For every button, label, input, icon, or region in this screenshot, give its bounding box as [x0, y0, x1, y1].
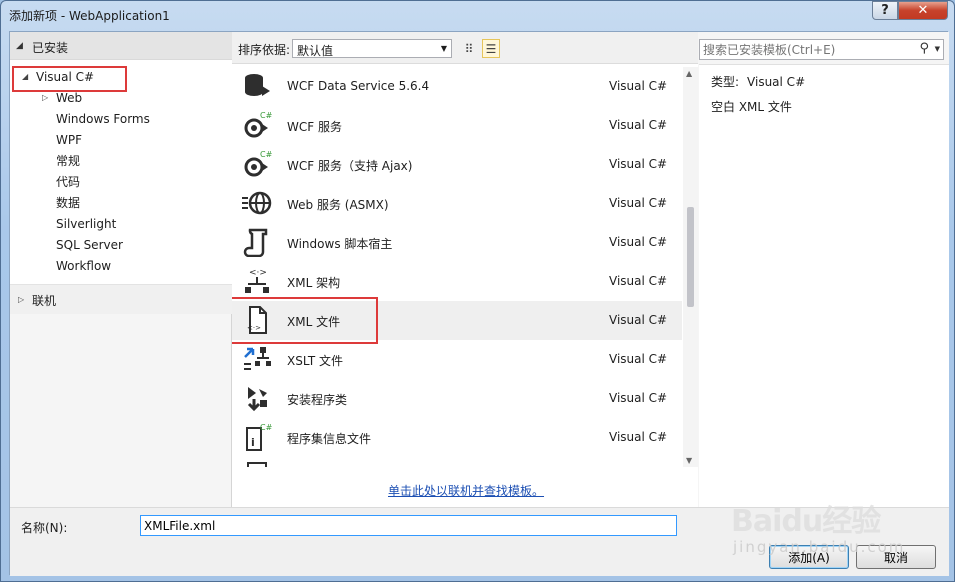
- sort-dropdown-value: 默认值: [297, 44, 334, 58]
- template-list: WCF Data Service 5.6.4 Visual C# C# WCF …: [232, 67, 682, 467]
- help-button[interactable]: ?: [872, 1, 898, 20]
- sort-dropdown[interactable]: 默认值 ▼: [292, 39, 452, 58]
- tree-item-workflow[interactable]: Workflow: [56, 256, 111, 276]
- type-label: 类型:: [711, 75, 740, 89]
- add-new-item-dialog: 添加新项 - WebApplication1 ? ✕ ◢ 已安装 ◢ Visua…: [0, 0, 955, 582]
- close-button[interactable]: ✕: [898, 1, 948, 20]
- collapsed-triangle-icon[interactable]: ▷: [42, 88, 48, 108]
- xml-schema-icon: <·>: [245, 268, 269, 293]
- template-name: Web 服务 (ASMX): [287, 198, 389, 212]
- tree-item-code[interactable]: 代码: [56, 172, 80, 192]
- type-value: Visual C#: [747, 75, 806, 89]
- installed-label: 已安装: [32, 41, 69, 55]
- svg-text:i: i: [251, 436, 255, 449]
- template-row-wcf-service[interactable]: C# WCF 服务 Visual C#: [232, 106, 682, 145]
- template-language: Visual C#: [609, 391, 668, 405]
- search-icon[interactable]: ⚲: [919, 41, 929, 56]
- template-name: XSLT 文件: [287, 354, 344, 368]
- window-title: 添加新项 - WebApplication1: [9, 9, 170, 23]
- template-language: Visual C#: [609, 79, 668, 93]
- template-icon: [247, 462, 267, 467]
- template-language: Visual C#: [609, 430, 668, 444]
- template-language: Visual C#: [609, 196, 668, 210]
- template-details: 类型: Visual C# 空白 XML 文件: [699, 64, 949, 507]
- template-row-wcf-ajax[interactable]: C# WCF 服务（支持 Ajax) Visual C#: [232, 145, 682, 184]
- file-name-input[interactable]: [140, 515, 677, 536]
- template-row-web-service-asmx[interactable]: Web 服务 (ASMX) Visual C#: [232, 184, 682, 223]
- category-tree: ◢ 已安装 ◢ Visual C# ▷ Web Windows Forms WP…: [10, 32, 232, 507]
- template-type-line: 类型: Visual C#: [711, 73, 805, 90]
- wcf-ajax-service-icon: C#: [244, 150, 272, 177]
- grid-view-icon[interactable]: ⠿: [460, 39, 478, 58]
- details-panel: ⚲ ▼ 类型: Visual C# 空白 XML 文件: [698, 32, 949, 507]
- assembly-info-icon: i C#: [246, 423, 272, 451]
- scroll-down-arrow-icon[interactable]: ▼: [686, 456, 692, 465]
- template-language: Visual C#: [609, 352, 668, 366]
- tree-item-data[interactable]: 数据: [56, 193, 80, 213]
- template-language: Visual C#: [609, 313, 668, 327]
- template-name: 程序集信息文件: [287, 432, 372, 446]
- template-name: 安装程序类: [287, 393, 348, 407]
- scrollbar-thumb[interactable]: [687, 207, 694, 307]
- template-list-panel: 排序依据: 默认值 ▼ ⠿ ☰ WCF Data Service 5.6.4 V…: [232, 32, 698, 507]
- template-language: Visual C#: [609, 118, 668, 132]
- tree-item-silverlight[interactable]: Silverlight: [56, 214, 116, 234]
- template-description: 空白 XML 文件: [711, 100, 792, 114]
- template-row-partial[interactable]: [232, 457, 682, 467]
- collapse-arrow-icon[interactable]: ◢: [16, 41, 23, 51]
- tree-item-label: Web: [56, 91, 83, 105]
- sort-label: 排序依据:: [238, 43, 291, 57]
- tree-header-installed[interactable]: ◢ 已安装: [10, 32, 232, 60]
- web-service-globe-icon: [242, 191, 272, 215]
- template-language: Visual C#: [609, 235, 668, 249]
- dropdown-arrow-icon: ▼: [440, 44, 447, 53]
- template-name: WCF 服务（支持 Ajax): [287, 159, 413, 173]
- template-name: WCF Data Service 5.6.4: [287, 79, 430, 93]
- template-row-assembly-info[interactable]: i C# 程序集信息文件 Visual C#: [232, 418, 682, 457]
- baidu-watermark-url: jingyan.baidu.com: [733, 538, 906, 556]
- tree-installed-group: ◢ Visual C# ▷ Web Windows Forms WPF 常规 代…: [10, 60, 232, 284]
- sort-toolbar: 排序依据: 默认值 ▼ ⠿ ☰: [232, 32, 698, 64]
- template-search-box[interactable]: ⚲ ▼: [699, 39, 944, 60]
- highlight-box-xml-file: [232, 297, 378, 344]
- template-name: Windows 脚本宿主: [287, 237, 393, 251]
- search-online-templates-link[interactable]: 单击此处以联机并查找模板。: [388, 482, 544, 499]
- script-host-icon: [243, 228, 268, 257]
- svg-text:<·>: <·>: [249, 268, 267, 278]
- tree-item-general[interactable]: 常规: [56, 151, 80, 171]
- installer-class-icon: [247, 387, 267, 412]
- template-name: WCF 服务: [287, 120, 342, 134]
- collapsed-triangle-icon[interactable]: ▷: [18, 295, 24, 304]
- template-name: XML 架构: [287, 276, 341, 290]
- wcf-service-icon: C#: [244, 111, 272, 138]
- svg-text:C#: C#: [260, 111, 272, 120]
- name-label: 名称(N):: [21, 521, 68, 535]
- tree-item-wpf[interactable]: WPF: [56, 130, 82, 150]
- xslt-file-icon: [244, 347, 271, 370]
- svg-text:C#: C#: [260, 150, 272, 159]
- dialog-client-area: ◢ 已安装 ◢ Visual C# ▷ Web Windows Forms WP…: [9, 31, 949, 576]
- baidu-watermark: Baidu经验: [731, 504, 881, 539]
- svg-text:C#: C#: [260, 423, 272, 432]
- template-search-input[interactable]: [703, 41, 908, 58]
- template-language: Visual C#: [609, 157, 668, 171]
- online-label: 联机: [32, 294, 57, 308]
- template-row-xml-schema[interactable]: <·> XML 架构 Visual C#: [232, 262, 682, 301]
- tree-online-group[interactable]: ▷ 联机: [10, 284, 232, 314]
- template-list-scrollbar[interactable]: ▲ ▼: [683, 67, 698, 467]
- template-row-wcf-data-service[interactable]: WCF Data Service 5.6.4 Visual C#: [232, 67, 682, 106]
- title-bar[interactable]: 添加新项 - WebApplication1 ? ✕: [1, 1, 954, 29]
- search-options-arrow-icon[interactable]: ▼: [935, 45, 940, 53]
- template-row-installer-class[interactable]: 安装程序类 Visual C#: [232, 379, 682, 418]
- template-language: Visual C#: [609, 274, 668, 288]
- template-row-xslt-file[interactable]: XSLT 文件 Visual C#: [232, 340, 682, 379]
- template-row-script-host[interactable]: Windows 脚本宿主 Visual C#: [232, 223, 682, 262]
- tree-item-windows-forms[interactable]: Windows Forms: [56, 109, 150, 129]
- data-service-icon: [245, 74, 270, 96]
- scroll-up-arrow-icon[interactable]: ▲: [686, 69, 692, 78]
- list-view-icon[interactable]: ☰: [482, 39, 500, 58]
- tree-item-sql-server[interactable]: SQL Server: [56, 235, 123, 255]
